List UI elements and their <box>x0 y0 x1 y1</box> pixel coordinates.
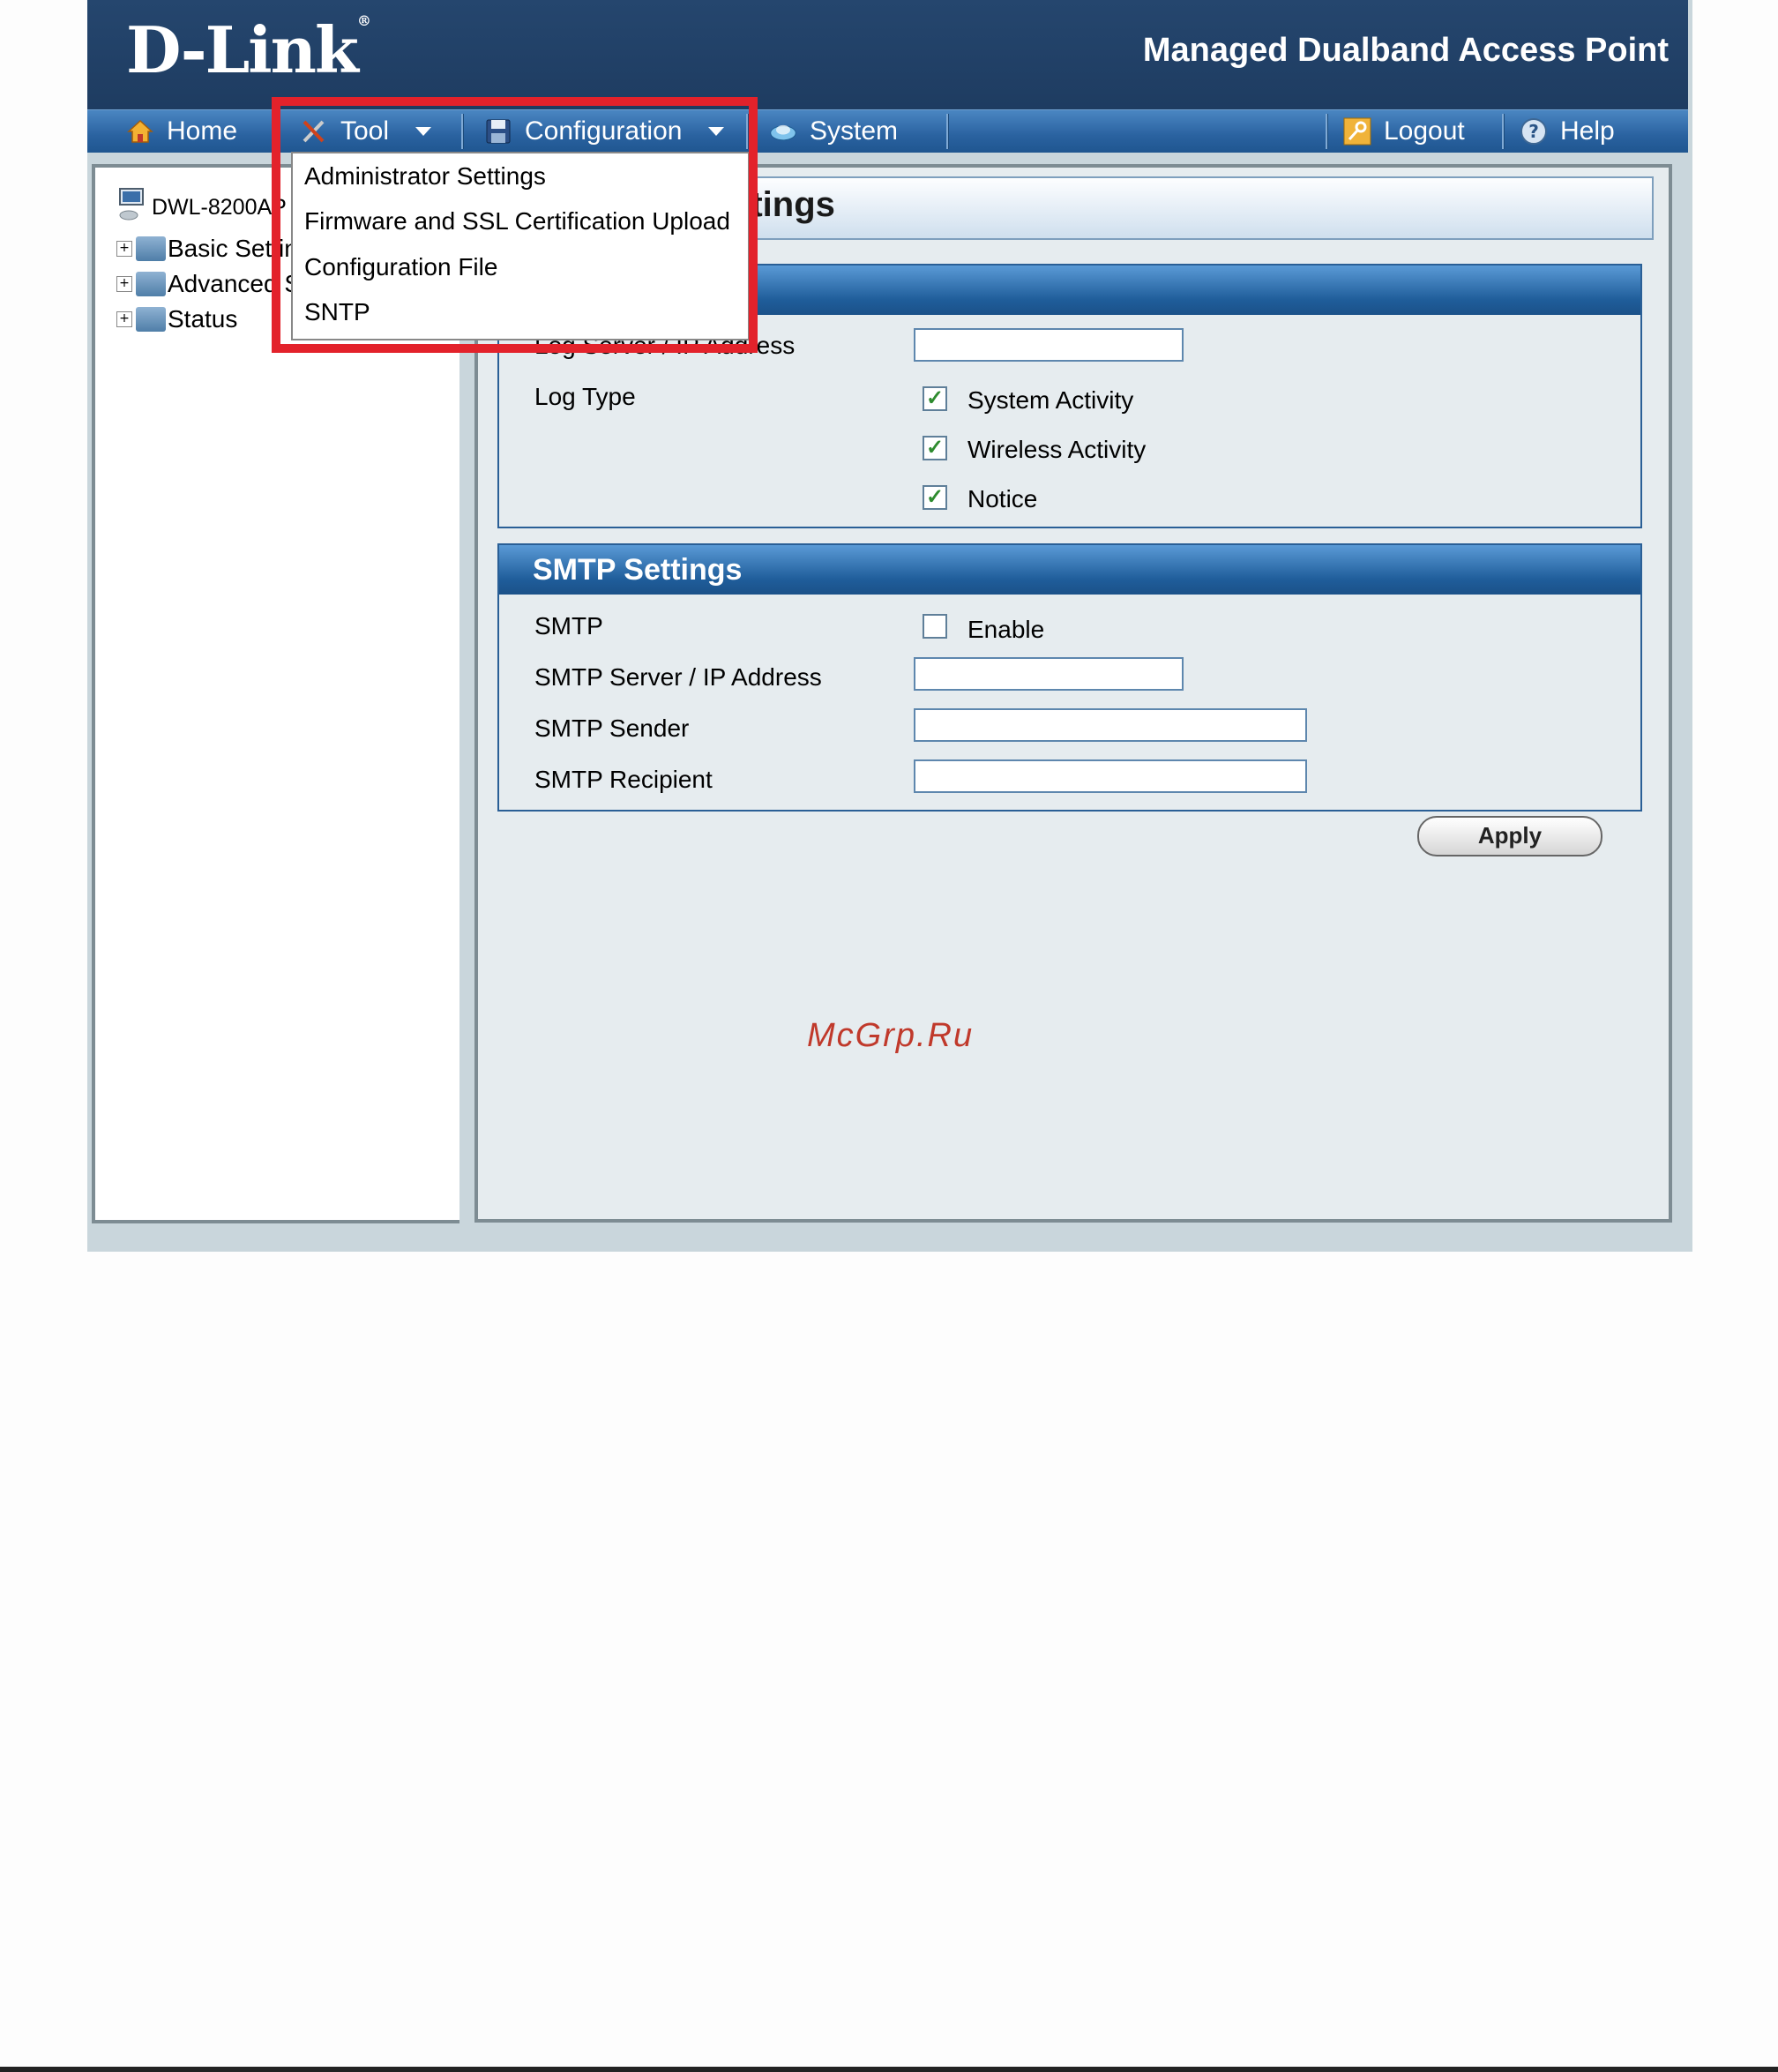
tree-item-status[interactable]: + Status <box>116 305 237 333</box>
smtp-sender-label: SMTP Sender <box>534 714 690 742</box>
smtp-recipient-input[interactable] <box>914 759 1307 793</box>
nav-divider <box>1502 114 1505 149</box>
expand-icon[interactable]: + <box>116 241 132 257</box>
system-activity-checkbox[interactable]: ✓ <box>923 386 947 411</box>
wireless-activity-checkbox[interactable]: ✓ <box>923 436 947 460</box>
smtp-recipient-label: SMTP Recipient <box>534 766 713 793</box>
log-server-input[interactable] <box>914 328 1184 362</box>
smtp-settings-header: SMTP Settings <box>499 545 1640 595</box>
tree-item-label: Status <box>168 305 238 333</box>
wireless-activity-label: Wireless Activity <box>967 436 1147 463</box>
smtp-enable-label: Enable <box>967 616 1045 643</box>
smtp-server-input[interactable] <box>914 657 1184 691</box>
nav-help[interactable]: ? Help <box>1520 110 1615 153</box>
notice-checkbox[interactable]: ✓ <box>923 485 947 510</box>
nav-home-label: Home <box>167 116 238 146</box>
nav-logout[interactable]: Logout <box>1343 110 1465 153</box>
watermark-text: McGrp.Ru <box>807 1017 975 1054</box>
computer-icon <box>116 187 148 228</box>
system-activity-label: System Activity <box>967 386 1134 414</box>
smtp-sender-input[interactable] <box>914 708 1307 742</box>
notice-label: Notice <box>967 485 1038 512</box>
product-title: Managed Dualband Access Point <box>1142 32 1669 69</box>
log-type-label: Log Type <box>534 383 636 410</box>
tree-device-label: DWL-8200AP <box>152 195 287 220</box>
page-bottom-rule <box>0 2067 1778 2072</box>
system-icon <box>769 117 797 146</box>
brand-logo: D-Link® <box>126 12 371 87</box>
expand-icon[interactable]: + <box>116 311 132 327</box>
nav-logout-label: Logout <box>1384 116 1465 146</box>
apply-button[interactable]: Apply <box>1417 816 1602 856</box>
key-icon <box>1343 117 1371 146</box>
smtp-server-label: SMTP Server / IP Address <box>534 663 822 691</box>
smtp-enable-checkbox[interactable] <box>923 614 947 639</box>
help-icon: ? <box>1520 117 1548 146</box>
nav-home[interactable]: Home <box>126 110 237 153</box>
tree-device-root[interactable]: DWL-8200AP <box>116 187 287 228</box>
nav-system[interactable]: System <box>769 110 898 153</box>
home-icon <box>126 117 154 146</box>
highlight-annotation-box <box>272 97 758 353</box>
nav-divider <box>1326 114 1328 149</box>
folder-icon <box>136 236 166 261</box>
smtp-label: SMTP <box>534 612 603 640</box>
nav-help-label: Help <box>1560 116 1615 146</box>
nav-system-label: System <box>810 116 899 146</box>
expand-icon[interactable]: + <box>116 276 132 292</box>
svg-text:?: ? <box>1528 121 1539 142</box>
folder-icon <box>136 307 166 332</box>
folder-icon <box>136 272 166 296</box>
nav-divider <box>946 114 949 149</box>
